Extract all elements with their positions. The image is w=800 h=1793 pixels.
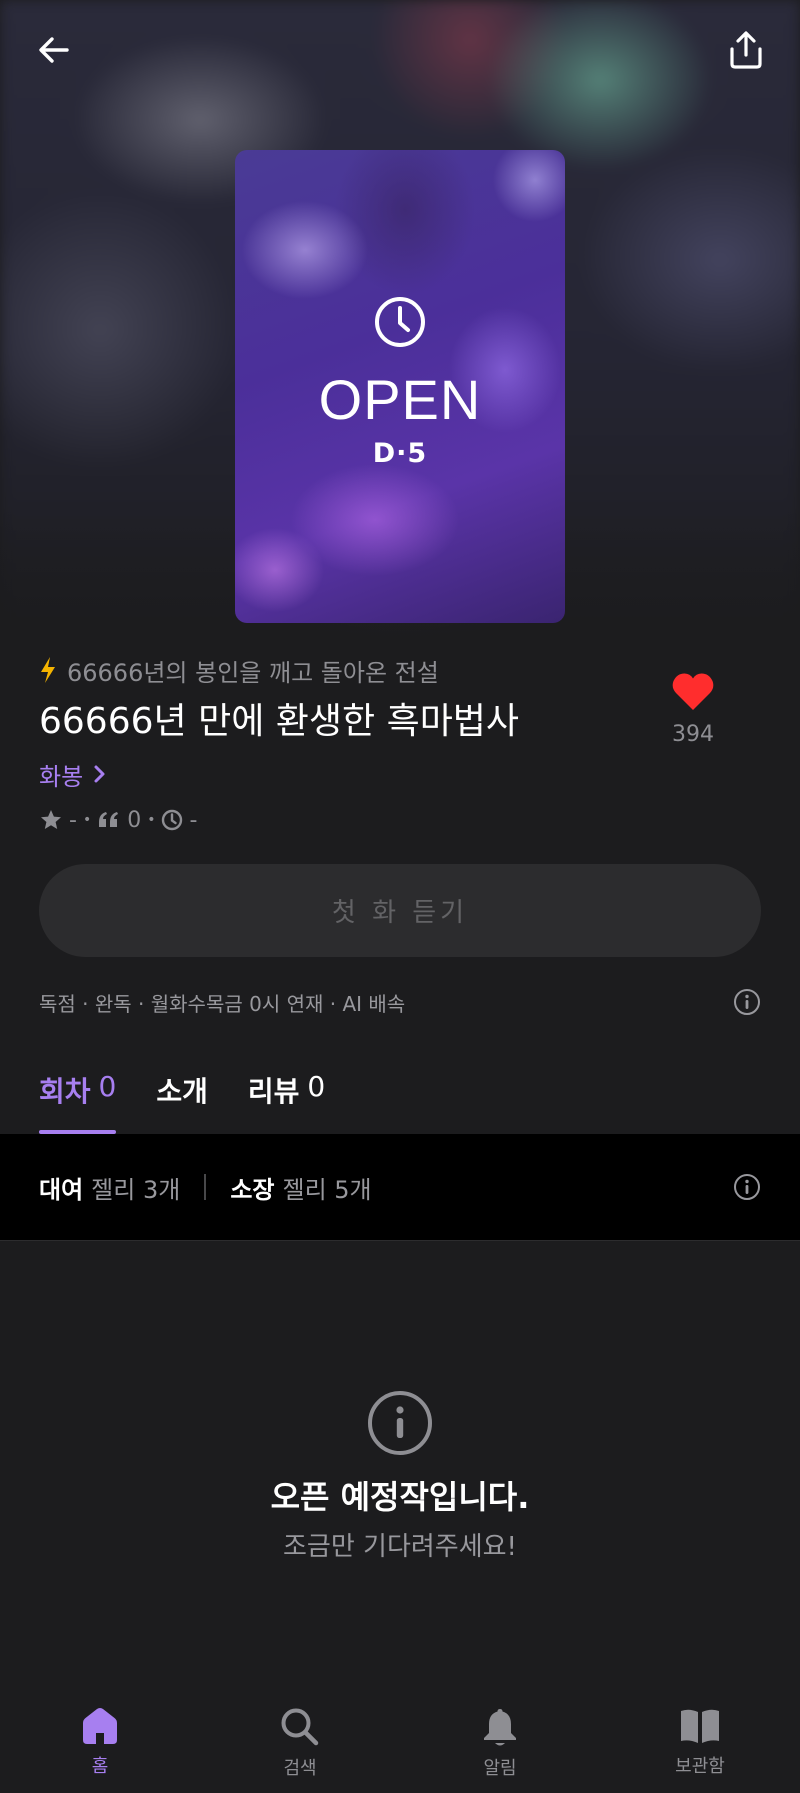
open-label: OPEN [318, 368, 482, 431]
empty-state: 오픈 예정작입니다. 조금만 기다려주세요! [0, 1390, 800, 1563]
nav-search[interactable]: 검색 [200, 1690, 400, 1793]
nav-home[interactable]: 홈 [0, 1690, 200, 1793]
tab-bar: 회차 0 소개 리뷰 0 [39, 1060, 325, 1134]
stats-row: - • 0 • - [39, 804, 761, 836]
lightning-icon [41, 657, 55, 683]
share-button[interactable] [718, 22, 774, 78]
own-price: 젤리 5개 [282, 1175, 372, 1204]
book-icon [681, 1709, 719, 1743]
bottom-navigation: 홈 검색 알림 보관함 [0, 1690, 800, 1793]
review-count: 0 [127, 807, 142, 833]
nav-search-label: 검색 [283, 1758, 317, 1779]
tab-episodes[interactable]: 회차 0 [39, 1060, 117, 1134]
bell-icon [484, 1709, 516, 1746]
dday-label: D·5 [372, 438, 428, 469]
cover-image[interactable]: OPEN D·5 [235, 150, 565, 623]
quote-icon [99, 812, 119, 827]
meta-text: 독점 · 완독 · 월화수목금 0시 연재 · AI 배속 [39, 991, 406, 1016]
home-icon [83, 1708, 117, 1744]
info-icon[interactable] [733, 988, 761, 1016]
time-value: - [189, 807, 198, 833]
empty-title: 오픈 예정작입니다. [270, 1478, 530, 1516]
price-divider [204, 1174, 207, 1200]
author-name: 화봉 [39, 762, 84, 791]
hero-section: OPEN D·5 [0, 0, 800, 650]
price-info-icon[interactable] [733, 1173, 761, 1201]
meta-row: 독점 · 완독 · 월화수목금 0시 연재 · AI 배속 [39, 982, 761, 1022]
share-upload-icon [730, 31, 762, 69]
tab-intro[interactable]: 소개 [156, 1060, 208, 1134]
author-link[interactable]: 화봉 [39, 756, 761, 792]
arrow-left-icon [39, 37, 69, 63]
nav-notifications-label: 알림 [483, 1758, 517, 1779]
price-bar: 대여 젤리 3개 소장 젤리 5개 [0, 1134, 800, 1241]
like-count: 394 [672, 722, 714, 747]
clock-small-icon [162, 809, 183, 831]
rating-value: - [69, 807, 77, 833]
nav-library-label: 보관함 [675, 1756, 725, 1777]
like-button[interactable]: 394 [648, 672, 738, 747]
star-icon [41, 810, 61, 829]
tab-reviews[interactable]: 리뷰 0 [248, 1060, 325, 1134]
info-circle-icon [368, 1391, 432, 1455]
work-detail-screen: OPEN D·5 66666년의 봉인을 깨고 돌아온 전설 66666년 만에… [0, 0, 800, 1793]
rent-label: 대여 [39, 1175, 84, 1204]
empty-subtitle: 조금만 기다려주세요! [283, 1532, 517, 1562]
own-label: 소장 [230, 1175, 275, 1204]
search-icon [281, 1708, 319, 1746]
tagline: 66666년의 봉인을 깨고 돌아온 전설 [67, 658, 439, 687]
clock-icon [375, 297, 425, 347]
nav-home-label: 홈 [91, 1756, 109, 1777]
back-button[interactable] [26, 22, 82, 78]
nav-library[interactable]: 보관함 [600, 1690, 800, 1793]
listen-first-episode-button[interactable]: 첫 화 듣기 [39, 864, 761, 957]
heart-icon [672, 673, 714, 710]
nav-notifications[interactable]: 알림 [400, 1690, 600, 1793]
chevron-right-icon [94, 765, 105, 783]
rent-price: 젤리 3개 [91, 1175, 181, 1204]
